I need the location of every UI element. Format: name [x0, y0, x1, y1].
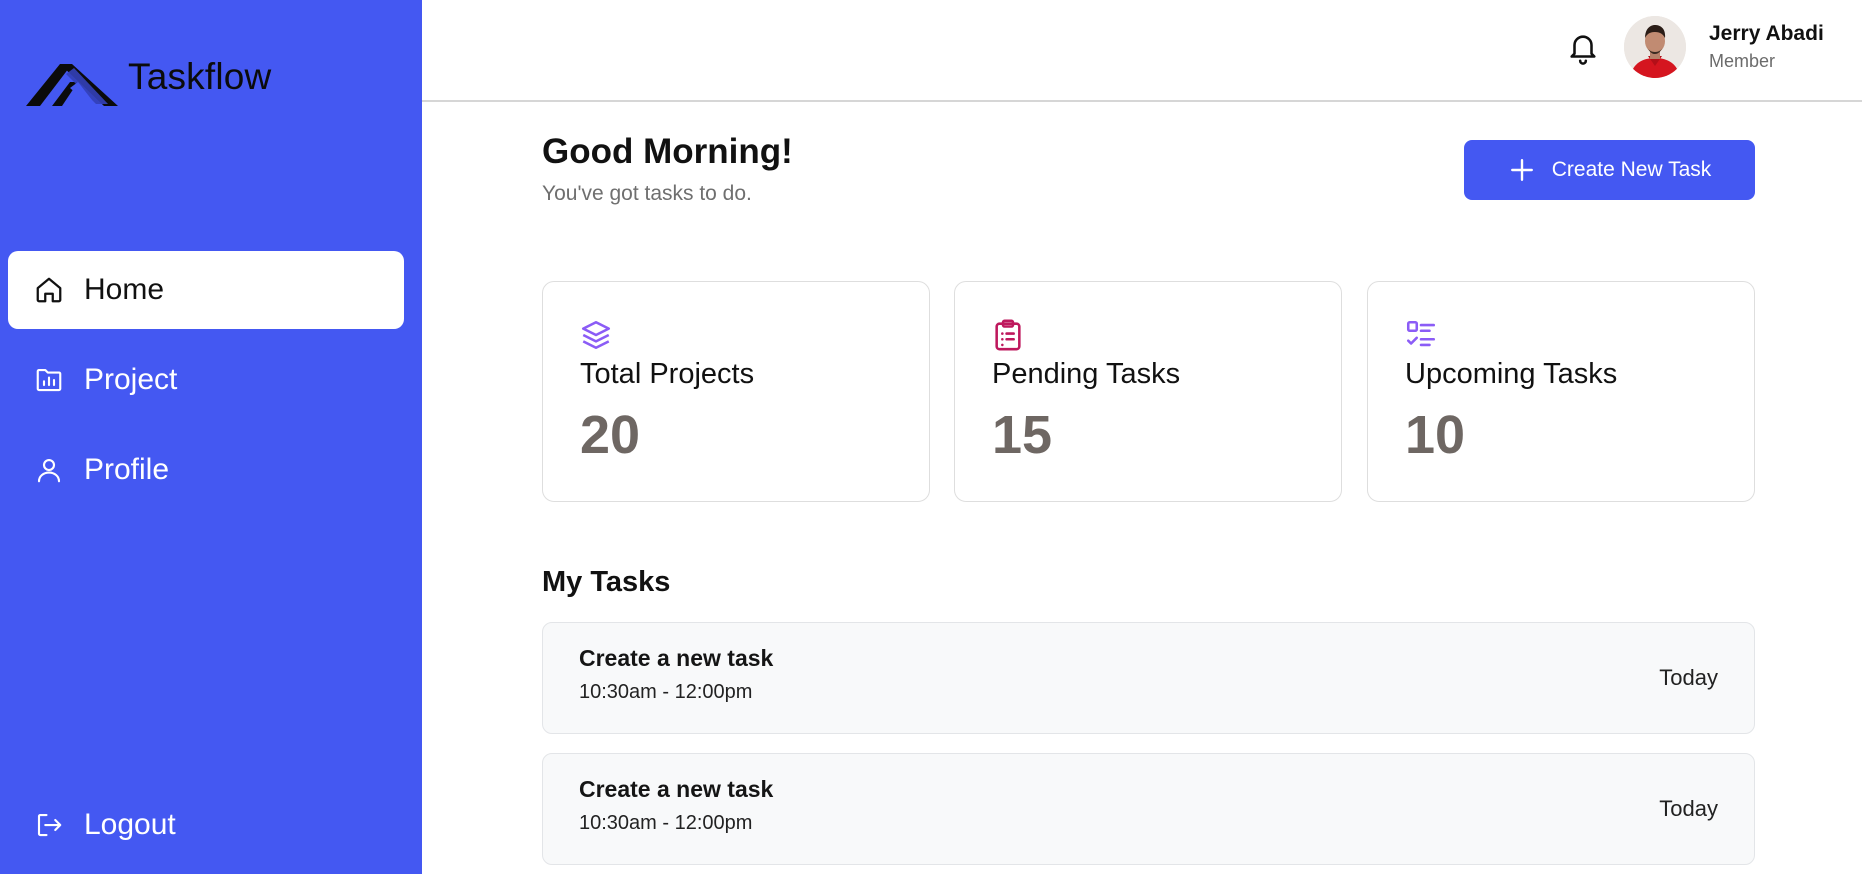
- stat-label: Upcoming Tasks: [1405, 358, 1618, 390]
- stat-value: 15: [992, 405, 1053, 465]
- task-row[interactable]: Create a new task 10:30am - 12:00pm Toda…: [542, 753, 1755, 865]
- page-subtitle: You've got tasks to do.: [542, 182, 752, 205]
- brand-name: Taskflow: [128, 56, 272, 97]
- stat-card-total-projects[interactable]: Total Projects 20: [542, 281, 930, 502]
- logout-label: Logout: [84, 808, 176, 841]
- stat-label: Total Projects: [580, 358, 755, 390]
- stat-value: 20: [580, 405, 641, 465]
- brand[interactable]: Taskflow: [26, 52, 326, 108]
- task-row[interactable]: Create a new task 10:30am - 12:00pm Toda…: [542, 622, 1755, 734]
- create-new-task-label: Create New Task: [1551, 158, 1712, 181]
- page-title: Good Morning!: [542, 132, 793, 171]
- my-tasks-title: My Tasks: [542, 566, 671, 598]
- user-name: Jerry Abadi: [1709, 22, 1824, 45]
- taskflow-logo-icon: [26, 56, 118, 111]
- sidebar-item-profile[interactable]: Profile: [8, 431, 404, 509]
- sidebar-item-label: Home: [84, 273, 165, 306]
- task-title: Create a new task: [579, 645, 774, 671]
- create-new-task-button[interactable]: Create New Task: [1464, 140, 1755, 200]
- stat-card-pending-tasks[interactable]: Pending Tasks 15: [954, 281, 1342, 502]
- task-time: 10:30am - 12:00pm: [579, 681, 753, 703]
- task-title: Create a new task: [579, 776, 774, 802]
- clipboard-icon: [991, 318, 1025, 352]
- sidebar-item-label: Project: [84, 363, 178, 396]
- notification-bell-icon[interactable]: [1558, 26, 1608, 70]
- task-due: Today: [1659, 796, 1718, 821]
- checklist-icon: [1404, 318, 1438, 352]
- home-icon: [28, 269, 70, 311]
- folder-chart-icon: [28, 359, 70, 401]
- stat-value: 10: [1405, 405, 1466, 465]
- sidebar-item-label: Profile: [84, 453, 170, 486]
- user-role: Member: [1709, 51, 1776, 71]
- stat-card-upcoming-tasks[interactable]: Upcoming Tasks 10: [1367, 281, 1755, 502]
- stat-label: Pending Tasks: [992, 358, 1181, 390]
- plus-icon: [1508, 156, 1536, 184]
- task-time: 10:30am - 12:00pm: [579, 812, 753, 834]
- sidebar: Taskflow Home Project Profile Logout: [0, 0, 422, 874]
- avatar[interactable]: [1624, 16, 1686, 78]
- logout-icon: [28, 804, 70, 846]
- sidebar-item-project[interactable]: Project: [8, 341, 404, 419]
- logout-button[interactable]: Logout: [8, 786, 404, 864]
- user-icon: [28, 449, 70, 491]
- task-due: Today: [1659, 665, 1718, 690]
- sidebar-item-home[interactable]: Home: [8, 251, 404, 329]
- layers-icon: [579, 318, 613, 352]
